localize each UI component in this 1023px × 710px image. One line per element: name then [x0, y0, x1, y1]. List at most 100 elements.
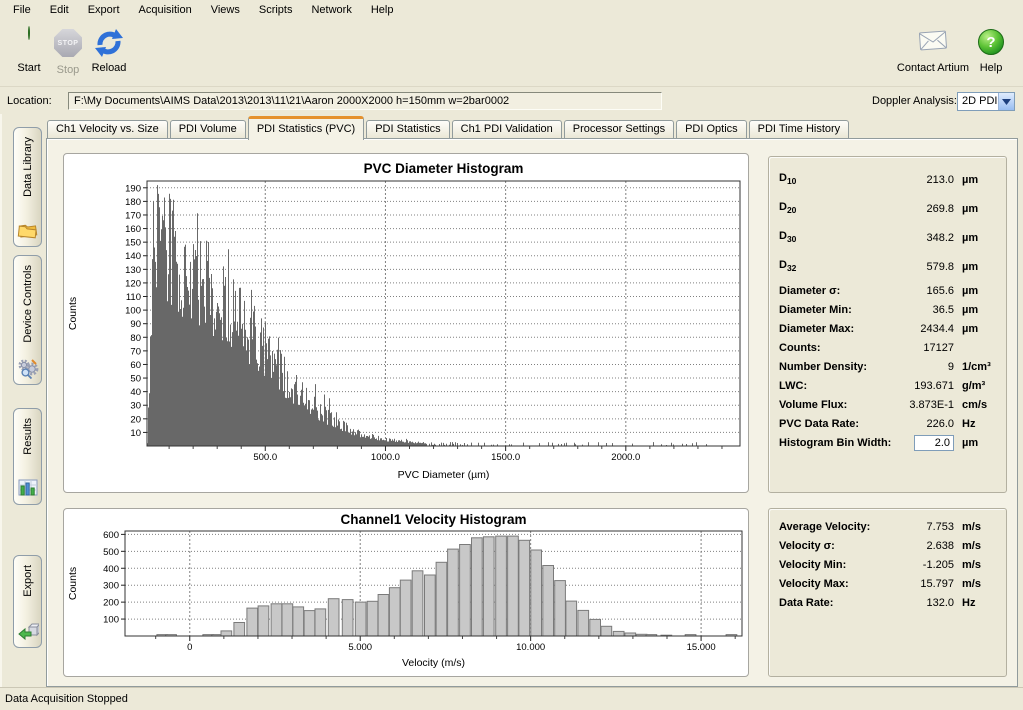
stat-value: 17127: [892, 342, 954, 354]
stat-unit: µm: [954, 304, 998, 316]
stat-label: Data Rate:: [779, 597, 892, 609]
status-bar: Data Acquisition Stopped: [0, 687, 1023, 710]
stat-unit: Hz: [954, 418, 998, 430]
stat-row-volume-flux: Volume Flux:3.873E-1cm/s: [769, 395, 1006, 414]
svg-text:PVC Diameter Histogram: PVC Diameter Histogram: [364, 161, 524, 176]
stat-unit: m/s: [954, 578, 998, 590]
menu-item-file[interactable]: File: [4, 2, 41, 18]
menu-item-acquisition[interactable]: Acquisition: [130, 2, 202, 18]
svg-text:170: 170: [125, 210, 141, 221]
stat-value: 2.638: [892, 540, 954, 552]
svg-text:200: 200: [103, 598, 119, 609]
stat-row-number-density: Number Density:91/cm³: [769, 357, 1006, 376]
svg-text:110: 110: [126, 292, 141, 303]
tab-processor-settings[interactable]: Processor Settings: [564, 120, 674, 139]
svg-text:15.000: 15.000: [687, 642, 716, 653]
svg-text:PVC Diameter (µm): PVC Diameter (µm): [398, 469, 490, 481]
stat-label: Velocity Min:: [779, 559, 892, 571]
sidebar-tab-data-library[interactable]: Data Library: [13, 127, 42, 247]
svg-text:0: 0: [187, 642, 192, 653]
stat-row-velocity: Velocity σ:2.638m/s: [769, 536, 1006, 555]
stat-value: 7.753: [892, 521, 954, 533]
stat-value: 165.6: [892, 285, 954, 297]
menubar: FileEditExportAcquisitionViewsScriptsNet…: [0, 0, 1023, 19]
aims-application-window: FileEditExportAcquisitionViewsScriptsNet…: [0, 0, 1023, 710]
stat-value: 226.0: [892, 418, 954, 430]
stop-button: STOP Stop: [50, 27, 86, 76]
svg-text:2000.0: 2000.0: [611, 452, 640, 463]
menu-item-network[interactable]: Network: [302, 2, 361, 18]
menu-item-help[interactable]: Help: [362, 2, 404, 18]
svg-text:90: 90: [130, 319, 141, 330]
stat-value: 579.8: [892, 261, 954, 273]
svg-text:Channel1 Velocity Histogram: Channel1 Velocity Histogram: [340, 512, 526, 527]
svg-text:50: 50: [130, 374, 141, 385]
start-icon: [13, 27, 45, 59]
tab-pdi-time-history[interactable]: PDI Time History: [749, 120, 850, 139]
svg-text:600: 600: [103, 530, 119, 541]
start-button[interactable]: Start: [8, 27, 50, 74]
sidebar-tab-label: Results: [22, 418, 34, 455]
sidebar-tab-device-controls[interactable]: Device Controls: [13, 255, 42, 385]
pvc-diameter-histogram-panel: PVC Diameter HistogramPVC Diameter (µm)C…: [63, 153, 749, 493]
menu-item-export[interactable]: Export: [79, 2, 130, 18]
stat-row-pvc-data-rate: PVC Data Rate:226.0Hz: [769, 414, 1006, 433]
tab-area: Ch1 Velocity vs. SizePDI VolumePDI Stati…: [46, 114, 1018, 687]
toolbar: Start STOP Stop Reload: [0, 19, 1023, 86]
pvc-diameter-histogram-chart: PVC Diameter HistogramPVC Diameter (µm)C…: [64, 154, 748, 492]
reload-button[interactable]: Reload: [86, 27, 132, 74]
svg-text:Counts: Counts: [67, 567, 79, 600]
tab-pdi-statistics[interactable]: PDI Statistics: [366, 120, 449, 139]
svg-text:20: 20: [130, 414, 141, 425]
status-text: Data Acquisition Stopped: [5, 693, 128, 705]
doppler-analysis-label: Doppler Analysis:: [872, 95, 957, 107]
export-icon: [17, 620, 39, 642]
svg-text:10.000: 10.000: [516, 642, 545, 653]
stat-label: Diameter Max:: [779, 323, 892, 335]
stat-value: 9: [892, 361, 954, 373]
stat-label: Counts:: [779, 342, 892, 354]
menu-item-edit[interactable]: Edit: [41, 2, 79, 18]
chevron-down-icon[interactable]: [998, 93, 1014, 110]
doppler-analysis-dropdown[interactable]: 2D PDI: [957, 92, 1015, 111]
svg-text:100: 100: [103, 615, 119, 626]
help-icon: ?: [975, 27, 1007, 59]
stat-row-average-velocity: Average Velocity:7.753m/s: [769, 517, 1006, 536]
location-field[interactable]: F:\My Documents\AIMS Data\2013\2013\11\2…: [68, 92, 662, 110]
svg-text:10: 10: [130, 428, 141, 439]
sidebar-tab-results[interactable]: Results: [13, 408, 42, 505]
stat-value: 15.797: [892, 578, 954, 590]
tab-pdi-statistics-pvc[interactable]: PDI Statistics (PVC): [248, 116, 364, 140]
location-label: Location:: [7, 95, 52, 107]
stat-label: Histogram Bin Width:: [779, 437, 892, 449]
sidebar-tab-label: Data Library: [22, 137, 34, 197]
stat-row-velocity-min: Velocity Min:-1.205m/s: [769, 555, 1006, 574]
tab-pdi-optics[interactable]: PDI Optics: [676, 120, 747, 139]
sidebar-tab-export[interactable]: Export: [13, 555, 42, 648]
start-button-label: Start: [17, 62, 40, 74]
pvc-statistics-panel: D10213.0µmD20269.8µmD30348.2µmD32579.8µm…: [768, 156, 1007, 493]
stat-value: 132.0: [892, 597, 954, 609]
histogram-bin-width-input[interactable]: [914, 435, 954, 451]
stat-label: Number Density:: [779, 361, 892, 373]
stop-button-label: Stop: [57, 64, 80, 76]
reload-icon: [93, 27, 125, 59]
tab-ch1-velocity-vs-size[interactable]: Ch1 Velocity vs. Size: [47, 120, 168, 139]
menu-item-views[interactable]: Views: [202, 2, 250, 18]
stat-row-histogram-bin-width: Histogram Bin Width:µm: [769, 433, 1006, 452]
tab-pdi-volume[interactable]: PDI Volume: [170, 120, 246, 139]
tab-ch1-pdi-validation[interactable]: Ch1 PDI Validation: [452, 120, 562, 139]
folders-icon: [17, 219, 39, 241]
stat-unit: µm: [954, 203, 998, 215]
svg-text:180: 180: [125, 197, 141, 208]
envelope-icon: [917, 27, 949, 59]
help-button[interactable]: ? Help: [973, 27, 1009, 74]
menu-item-scripts[interactable]: Scripts: [250, 2, 303, 18]
location-bar: Location: F:\My Documents\AIMS Data\2013…: [0, 86, 1023, 114]
stat-unit: µm: [954, 285, 998, 297]
stat-value: 3.873E-1: [892, 399, 954, 411]
stat-row-d10: D10213.0µm: [769, 165, 1006, 194]
stat-unit: µm: [954, 232, 998, 244]
contact-artium-button[interactable]: Contact Artium: [887, 27, 979, 74]
velocity-statistics-panel: Average Velocity:7.753m/sVelocity σ:2.63…: [768, 508, 1007, 677]
